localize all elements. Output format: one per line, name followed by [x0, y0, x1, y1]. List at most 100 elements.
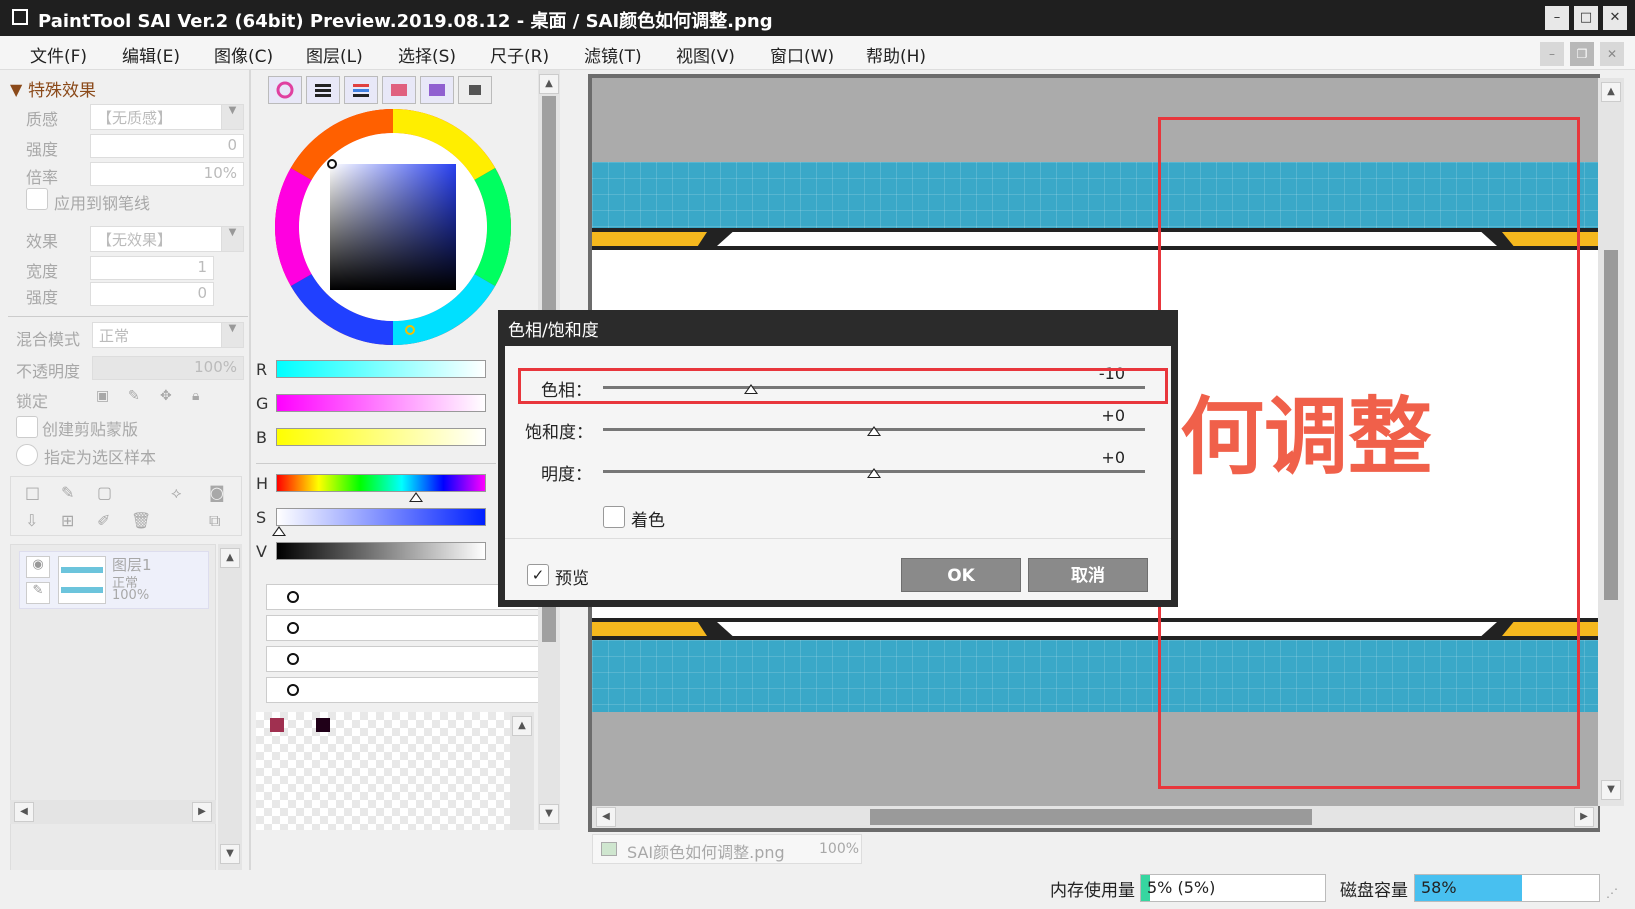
- pen-icon[interactable]: ✎: [26, 582, 50, 604]
- menu-ruler[interactable]: 尺子(R): [490, 42, 549, 67]
- hsv-slider-mode-button[interactable]: [344, 76, 378, 104]
- new-folder-icon[interactable]: ▢: [97, 483, 112, 502]
- maximize-button[interactable]: □: [1574, 6, 1598, 30]
- layer-list-hscrollbar[interactable]: ◀ ▶: [10, 800, 216, 824]
- scroll-up-icon[interactable]: ▲: [1601, 82, 1621, 102]
- canvas-vscrollbar[interactable]: ▲ ▼: [1598, 78, 1624, 806]
- scroll-thumb[interactable]: [1604, 250, 1618, 600]
- s-slider-thumb[interactable]: [272, 526, 286, 536]
- scroll-up-icon[interactable]: ▲: [539, 74, 559, 94]
- lock-transparency-icon[interactable]: ▣: [96, 388, 109, 404]
- scroll-right-icon[interactable]: ▶: [192, 802, 212, 822]
- saturation-slider-thumb[interactable]: [867, 426, 881, 436]
- ok-button[interactable]: OK: [901, 558, 1021, 592]
- v-slider[interactable]: [276, 542, 486, 560]
- menu-window[interactable]: 窗口(W): [770, 42, 834, 67]
- preview-checkbox[interactable]: ✓: [527, 564, 549, 586]
- opacity-field[interactable]: 100%: [92, 356, 244, 380]
- s-slider[interactable]: [276, 508, 486, 526]
- hue-slider-thumb[interactable]: [743, 384, 758, 394]
- scroll-down-icon[interactable]: ▼: [539, 804, 559, 824]
- merge-down-icon[interactable]: ⇩: [25, 511, 38, 530]
- brightness-slider-thumb[interactable]: [867, 468, 881, 478]
- preset-dot-icon: [287, 684, 299, 696]
- colorize-checkbox[interactable]: [603, 506, 625, 528]
- hue-value[interactable]: -10: [1065, 364, 1125, 383]
- transfer-icon[interactable]: ⧉: [209, 511, 220, 531]
- brush-size-preset[interactable]: [266, 615, 542, 641]
- h-slider[interactable]: [276, 474, 486, 492]
- strength2-field[interactable]: 0: [90, 282, 214, 306]
- apply-pen-checkbox[interactable]: [26, 188, 48, 210]
- eye-icon[interactable]: ◉: [26, 556, 50, 578]
- new-vector-layer-icon[interactable]: ✎: [61, 483, 74, 502]
- layer-row[interactable]: ◉ ✎ 图层1 正常 100%: [19, 551, 209, 609]
- clear-icon[interactable]: ✐: [97, 511, 110, 530]
- clip-mask-checkbox[interactable]: [16, 416, 38, 438]
- rgb-slider-mode-button[interactable]: [306, 76, 340, 104]
- color-wheel[interactable]: [272, 106, 514, 348]
- menu-filter[interactable]: 滤镜(T): [584, 42, 642, 67]
- g-slider[interactable]: [276, 394, 486, 412]
- brush-size-preset[interactable]: [266, 677, 542, 703]
- menu-image[interactable]: 图像(C): [214, 42, 273, 67]
- scroll-up-icon[interactable]: ▲: [220, 548, 240, 568]
- color-wheel-mode-button[interactable]: [268, 76, 302, 104]
- lock-all-icon[interactable]: 🔒︎: [192, 388, 199, 404]
- hue-slider-track[interactable]: [603, 386, 1145, 389]
- swatch-palette[interactable]: [256, 712, 512, 830]
- brightness-value[interactable]: +0: [1065, 448, 1125, 467]
- b-slider[interactable]: [276, 428, 486, 446]
- palette-scrollbar[interactable]: ▲: [510, 712, 534, 830]
- blend-mode-select[interactable]: 正常 ▼: [92, 322, 244, 348]
- collapse-arrow-icon[interactable]: ▼: [10, 80, 22, 99]
- texture-select[interactable]: 【无质感】 ▼: [90, 104, 244, 130]
- scroll-down-icon[interactable]: ▼: [220, 844, 240, 864]
- color-swatch[interactable]: [270, 718, 284, 732]
- menu-help[interactable]: 帮助(H): [866, 42, 926, 67]
- menu-view[interactable]: 视图(V): [676, 42, 735, 67]
- scroll-left-icon[interactable]: ◀: [596, 807, 616, 827]
- lock-move-icon[interactable]: ✥: [160, 388, 172, 404]
- mdi-restore-button[interactable]: ❐: [1570, 42, 1594, 66]
- color-swatch[interactable]: [316, 718, 330, 732]
- scratch-mode-button[interactable]: [458, 76, 492, 104]
- scroll-up-icon[interactable]: ▲: [512, 716, 532, 736]
- document-tab[interactable]: SAI颜色如何调整.png 100%: [592, 834, 862, 864]
- add-icon[interactable]: ⊞: [61, 511, 74, 530]
- close-button[interactable]: ✕: [1603, 6, 1627, 30]
- strength-field[interactable]: 0: [90, 134, 244, 158]
- lock-paint-icon[interactable]: ✎: [128, 388, 140, 404]
- selection-sample-radio[interactable]: [16, 444, 38, 466]
- brush-size-preset[interactable]: [266, 646, 542, 672]
- scale-field[interactable]: 10%: [90, 162, 244, 186]
- mask-icon[interactable]: ◙: [209, 483, 225, 502]
- resize-grip-icon[interactable]: ⋰: [1606, 886, 1620, 900]
- trash-icon[interactable]: 🗑︎: [131, 511, 151, 530]
- cancel-button[interactable]: 取消: [1028, 558, 1148, 592]
- r-slider[interactable]: [276, 360, 486, 378]
- effects-header[interactable]: 特殊效果: [28, 76, 96, 101]
- new-effect-icon[interactable]: ⟡: [171, 483, 182, 503]
- menu-select[interactable]: 选择(S): [398, 42, 456, 67]
- swatch-mode-button[interactable]: [420, 76, 454, 104]
- scroll-right-icon[interactable]: ▶: [1574, 807, 1594, 827]
- mdi-minimize-button[interactable]: –: [1540, 42, 1564, 66]
- minimize-button[interactable]: –: [1545, 6, 1569, 30]
- menu-layer[interactable]: 图层(L): [306, 42, 363, 67]
- width-field[interactable]: 1: [90, 256, 214, 280]
- panel-splitter[interactable]: [249, 70, 251, 870]
- effect-select[interactable]: 【无效果】 ▼: [90, 226, 244, 252]
- scroll-left-icon[interactable]: ◀: [14, 802, 34, 822]
- mixer-mode-button[interactable]: [382, 76, 416, 104]
- new-layer-icon[interactable]: □: [25, 483, 40, 502]
- h-slider-thumb[interactable]: [409, 492, 423, 502]
- scroll-thumb[interactable]: [870, 809, 1312, 825]
- scroll-down-icon[interactable]: ▼: [1601, 780, 1621, 800]
- menu-edit[interactable]: 编辑(E): [122, 42, 180, 67]
- layer-list-scrollbar[interactable]: ▲ ▼: [218, 544, 242, 898]
- mdi-close-button[interactable]: ✕: [1600, 42, 1624, 66]
- canvas-hscrollbar[interactable]: ◀ ▶: [592, 806, 1598, 828]
- saturation-value[interactable]: +0: [1065, 406, 1125, 425]
- menu-file[interactable]: 文件(F): [30, 42, 87, 67]
